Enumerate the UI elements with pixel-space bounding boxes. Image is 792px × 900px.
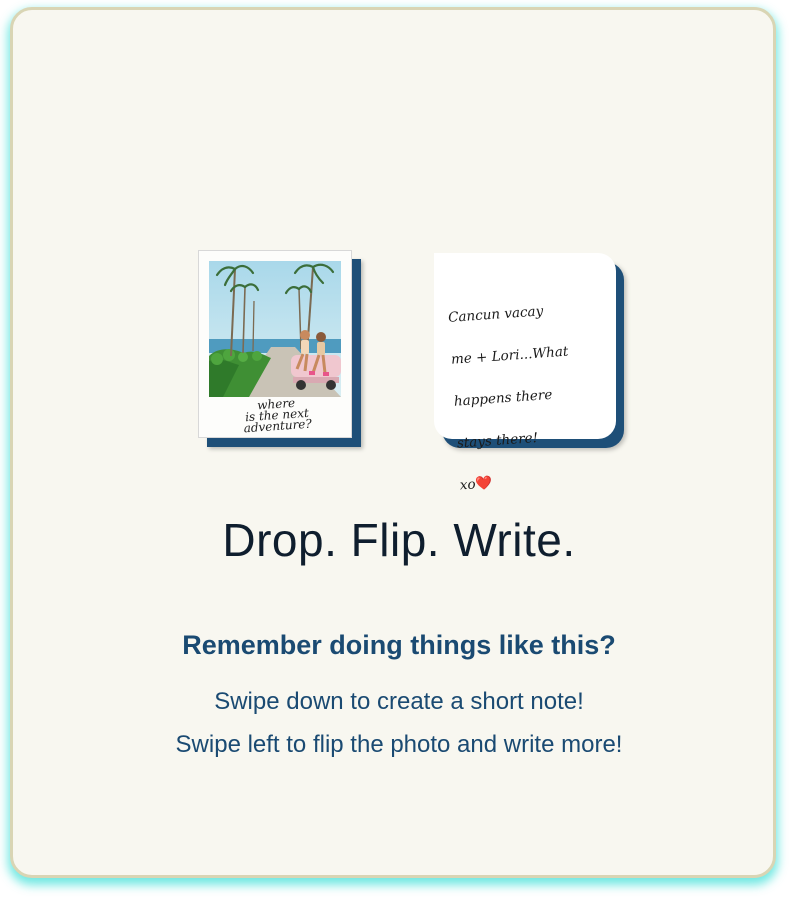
- polaroid-photo[interactable]: where is the next adventure?: [198, 250, 352, 438]
- onboarding-card: where is the next adventure? Cancun vaca…: [10, 7, 776, 878]
- photo-back-note[interactable]: Cancun vacay me + Lori...What happens th…: [434, 253, 616, 493]
- subheading: Remember doing things like this?: [182, 630, 616, 660]
- note-line: happens there: [453, 386, 553, 410]
- beach-photo-illustration: [209, 261, 341, 397]
- note-line: me + Lori...What: [450, 343, 569, 368]
- headline: Drop. Flip. Write.: [222, 514, 576, 566]
- note-signoff: xo❤️: [459, 464, 622, 496]
- instruction-swipe-left: Swipe left to flip the photo and write m…: [175, 731, 623, 758]
- polaroid-caption: where is the next adventure?: [206, 394, 348, 437]
- instruction-swipe-down: Swipe down to create a short note!: [214, 688, 584, 715]
- beach-photo: [209, 261, 341, 397]
- note-line: Cancun vacay: [447, 303, 544, 326]
- heart-icon: ❤️: [475, 475, 493, 493]
- note-line: xo: [459, 476, 477, 494]
- note-line: stays there!: [456, 429, 539, 452]
- handwritten-note: Cancun vacay me + Lori...What happens th…: [446, 276, 624, 518]
